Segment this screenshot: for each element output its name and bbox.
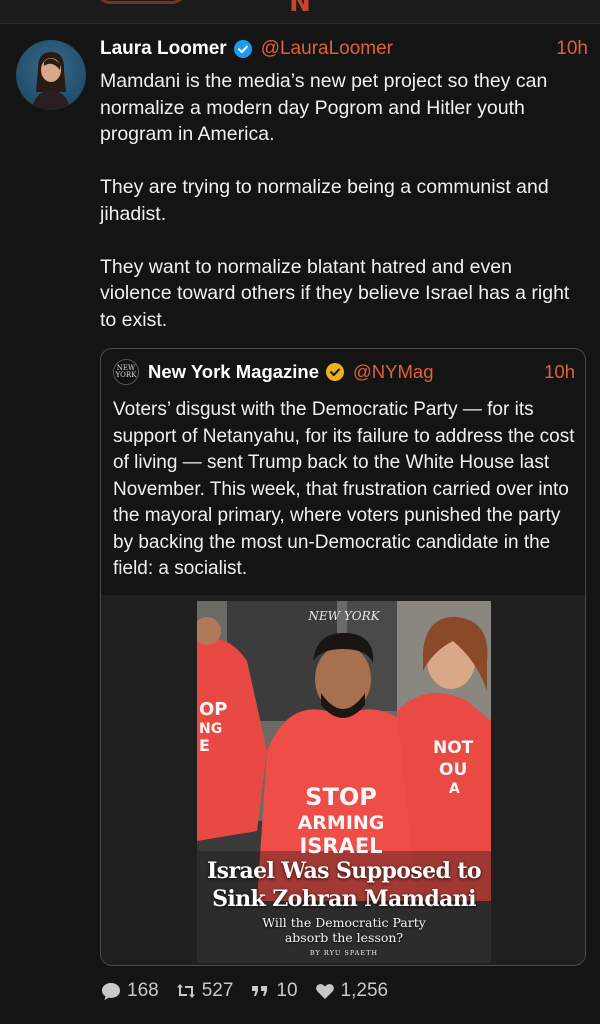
quote-button[interactable]: 10 [249, 980, 298, 1002]
quote-count: 10 [276, 980, 298, 1001]
shirt-text: STOP [305, 783, 377, 811]
quoted-avatar-logo-text: NEW YORK [115, 364, 137, 379]
cover-headline-line: Sink Zohran Mamdani [212, 886, 476, 912]
repost-count: 527 [201, 980, 234, 1001]
cover-dek: Will the Democratic Party absorb the les… [197, 915, 491, 945]
post-body: Mamdani is the media’s new pet project s… [100, 68, 578, 360]
author-name[interactable]: Laura Loomer [100, 38, 227, 60]
shirt-text: NOT [433, 738, 474, 758]
shirt-text: A [449, 781, 460, 797]
shirt-text: OP [199, 699, 228, 720]
repost-button[interactable]: 527 [175, 980, 234, 1002]
reply-icon [102, 983, 120, 1000]
shirt-text: ISRAEL [299, 834, 382, 858]
cover-headline: Israel Was Supposed to Sink Zohran Mamda… [197, 857, 491, 913]
top-bar: N [0, 0, 600, 24]
quoted-author-handle[interactable]: @NYMag [353, 361, 433, 383]
partial-nav-shape [96, 0, 186, 4]
cover-dek-line: Will the Democratic Party [262, 915, 426, 930]
quoted-avatar[interactable]: NEW YORK [113, 359, 139, 385]
reply-count: 168 [127, 980, 159, 1001]
cover-byline: BY RYU SPAETH [309, 949, 379, 957]
post-time[interactable]: 10h [556, 38, 588, 60]
post-header: Laura Loomer @LauraLoomer 10h [100, 36, 588, 62]
like-count: 1,256 [340, 980, 389, 1001]
quoted-post-body: Voters’ disgust with the Democratic Part… [113, 399, 575, 579]
quoted-post-header: NEW YORK New York Magazine @NYMag 10h [113, 359, 575, 385]
shirt-text: OU [439, 760, 467, 780]
post-paragraph: They want to normalize blatant hatred an… [100, 255, 570, 331]
cover-headline-line: Israel Was Supposed to [206, 858, 482, 884]
post-paragraph: They are trying to normalize being a com… [100, 176, 549, 225]
like-button[interactable]: 1,256 [314, 980, 389, 1002]
shirt-text: ARMING [298, 812, 385, 834]
post-paragraph: Mamdani is the media’s new pet project s… [100, 70, 548, 145]
shirt-text: E [199, 736, 210, 755]
heart-icon [315, 984, 334, 999]
quoted-author-name[interactable]: New York Magazine [148, 361, 319, 383]
author-handle[interactable]: @LauraLoomer [261, 38, 393, 60]
quote-icon [252, 986, 268, 996]
repost-icon [176, 984, 195, 998]
quoted-post[interactable]: NEW YORK New York Magazine @NYMag 10h Vo… [100, 348, 586, 966]
verified-badge-icon [326, 363, 345, 381]
shirt-text: NG [199, 721, 222, 737]
magazine-cover-image[interactable]: NEW YORK STOP ARMING ISRAEL OP NG E NOT … [197, 601, 491, 963]
partial-logo-icon: N [289, 0, 311, 18]
post-actions: 168 527 10 1,256 [100, 978, 588, 1004]
reply-button[interactable]: 168 [100, 980, 159, 1002]
avatar[interactable] [16, 40, 86, 110]
cover-dek-line: absorb the lesson? [284, 930, 404, 945]
verified-badge-icon [233, 40, 252, 58]
quoted-post-media[interactable]: NEW YORK STOP ARMING ISRAEL OP NG E NOT … [101, 595, 585, 965]
quoted-post-time[interactable]: 10h [544, 361, 575, 383]
